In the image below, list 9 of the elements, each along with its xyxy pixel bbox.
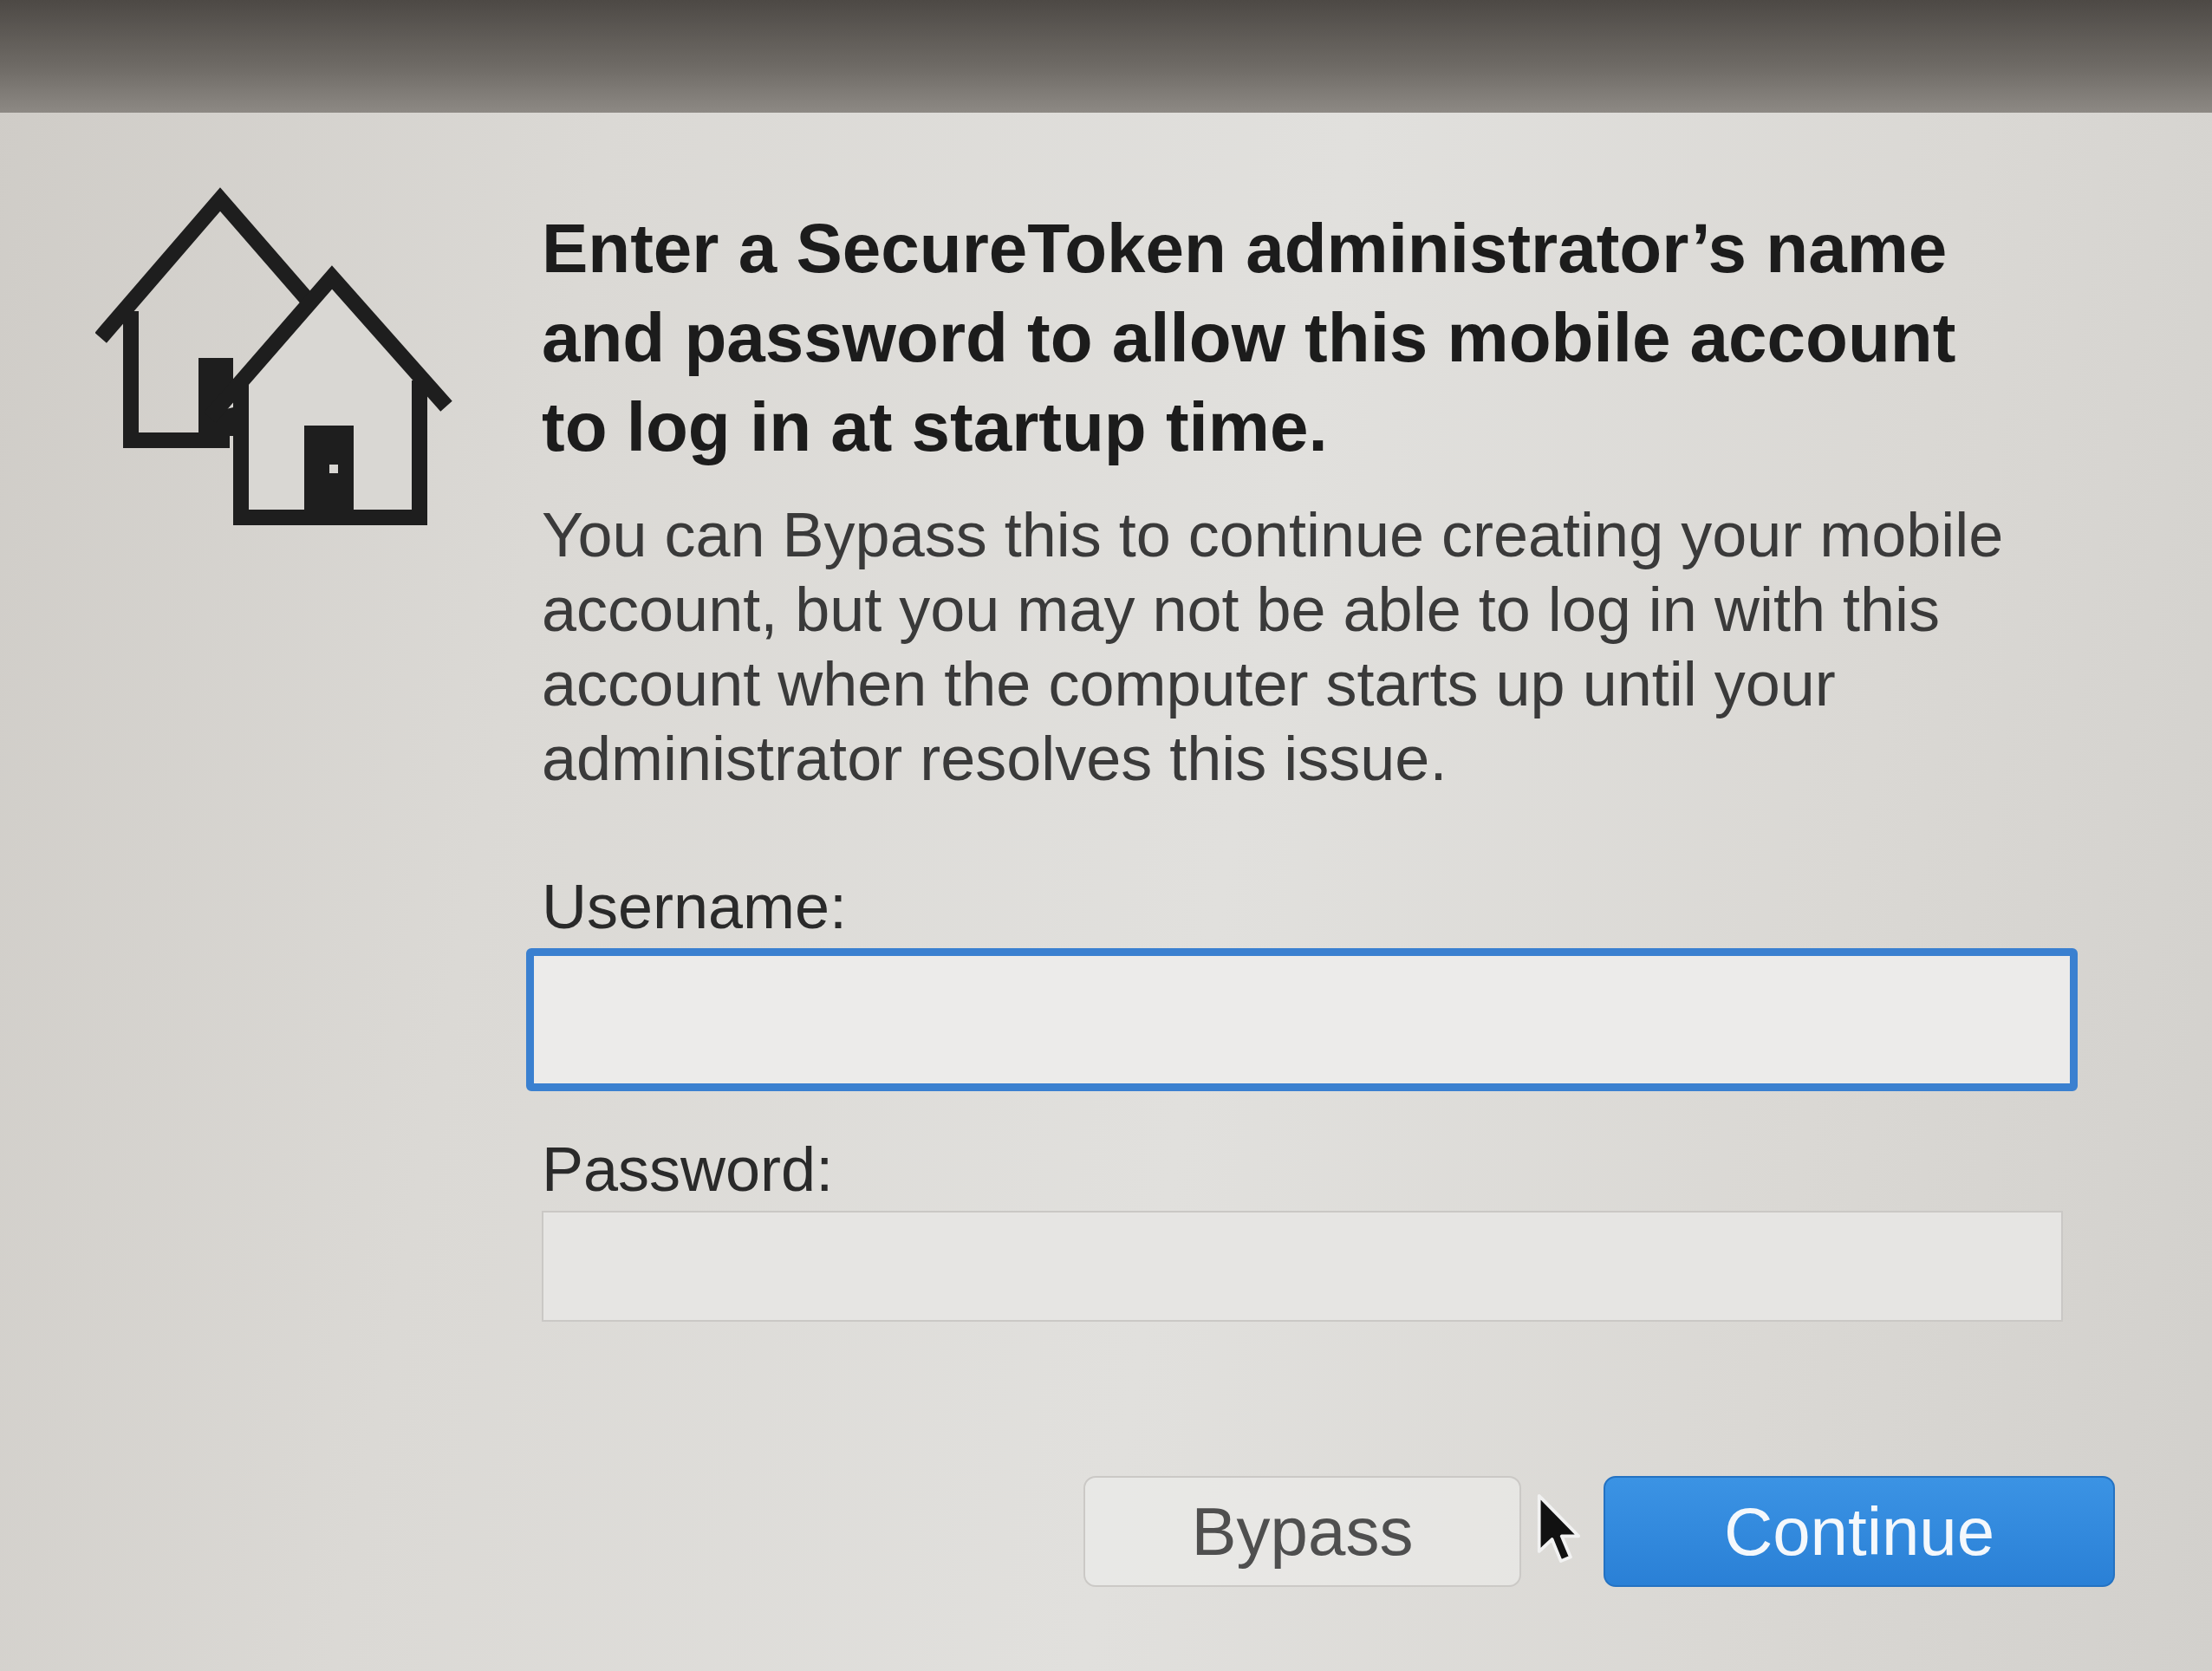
- field-label: Username:: [542, 872, 849, 941]
- input-field[interactable]: [542, 1211, 2063, 1322]
- secondary-button[interactable]: Bypass: [1083, 1476, 1521, 1587]
- input-field[interactable]: [526, 948, 2078, 1091]
- dialog-heading: Enter a SecureToken administrator’s name and password to allow this mobile account to log in at startup time.: [542, 209, 1957, 467]
- field-label: Password:: [542, 1135, 835, 1204]
- dialog-message: You can Bypass this to continue creating your mobile account, but you may not be able to log in with this account when the computer starts up until your administrator resolves this issue.: [542, 499, 2005, 795]
- mouse-pointer-icon: [1536, 1492, 1581, 1565]
- primary-button[interactable]: Continue: [1604, 1476, 2115, 1587]
